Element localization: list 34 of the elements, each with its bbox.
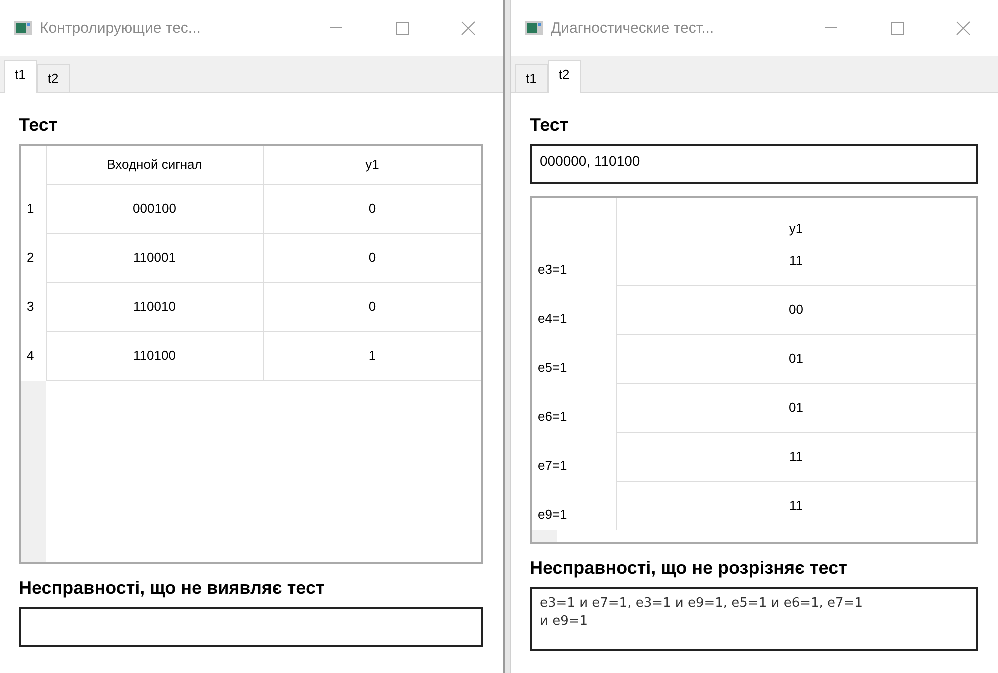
- table-cell: 000100: [46, 184, 264, 233]
- table-cell: 11: [616, 432, 976, 481]
- table-cell: 01: [616, 334, 976, 383]
- table-cell: 11: [616, 481, 976, 530]
- table-cell: 110001: [46, 233, 264, 282]
- table-cell: 0: [264, 233, 481, 282]
- section-heading: Несправності, що не виявляє тест: [19, 578, 326, 599]
- row-header-gutter: [532, 530, 557, 542]
- tab[interactable]: t2: [36, 64, 70, 92]
- column-header[interactable]: Входной сигнал: [46, 146, 264, 184]
- text-field[interactable]: e3=1 и e7=1, e3=1 и e9=1, e5=1 и e6=1, e7=1 и e9=1: [530, 587, 978, 651]
- table-cell: 0: [264, 282, 481, 331]
- table-cell: 00: [616, 285, 976, 334]
- text-field[interactable]: [19, 607, 483, 647]
- table-cell: 110010: [46, 282, 264, 331]
- table-cell: 0: [264, 184, 481, 233]
- tab[interactable]: t2: [548, 60, 581, 93]
- table-cell: 01: [616, 383, 976, 432]
- tab[interactable]: t1: [515, 64, 548, 92]
- splitter[interactable]: [503, 0, 511, 673]
- tab[interactable]: t1: [4, 60, 37, 93]
- app-icon: [525, 21, 543, 35]
- window-title: Диагностические тест...: [551, 20, 716, 36]
- column-header[interactable]: y1: [264, 146, 481, 184]
- table-cell: 11: [616, 236, 976, 285]
- text-field[interactable]: 000000, 110100: [530, 144, 978, 184]
- section-heading: Несправності, що не розрізняє тест: [530, 558, 848, 579]
- column-header[interactable]: y1: [616, 198, 976, 236]
- window-title: Контролирующие тес...: [40, 20, 202, 36]
- table-cell: 1: [264, 331, 481, 380]
- table-cell: 110100: [46, 331, 264, 380]
- section-heading: Тест: [530, 115, 570, 136]
- app-icon: [14, 21, 32, 35]
- section-heading: Тест: [19, 115, 59, 136]
